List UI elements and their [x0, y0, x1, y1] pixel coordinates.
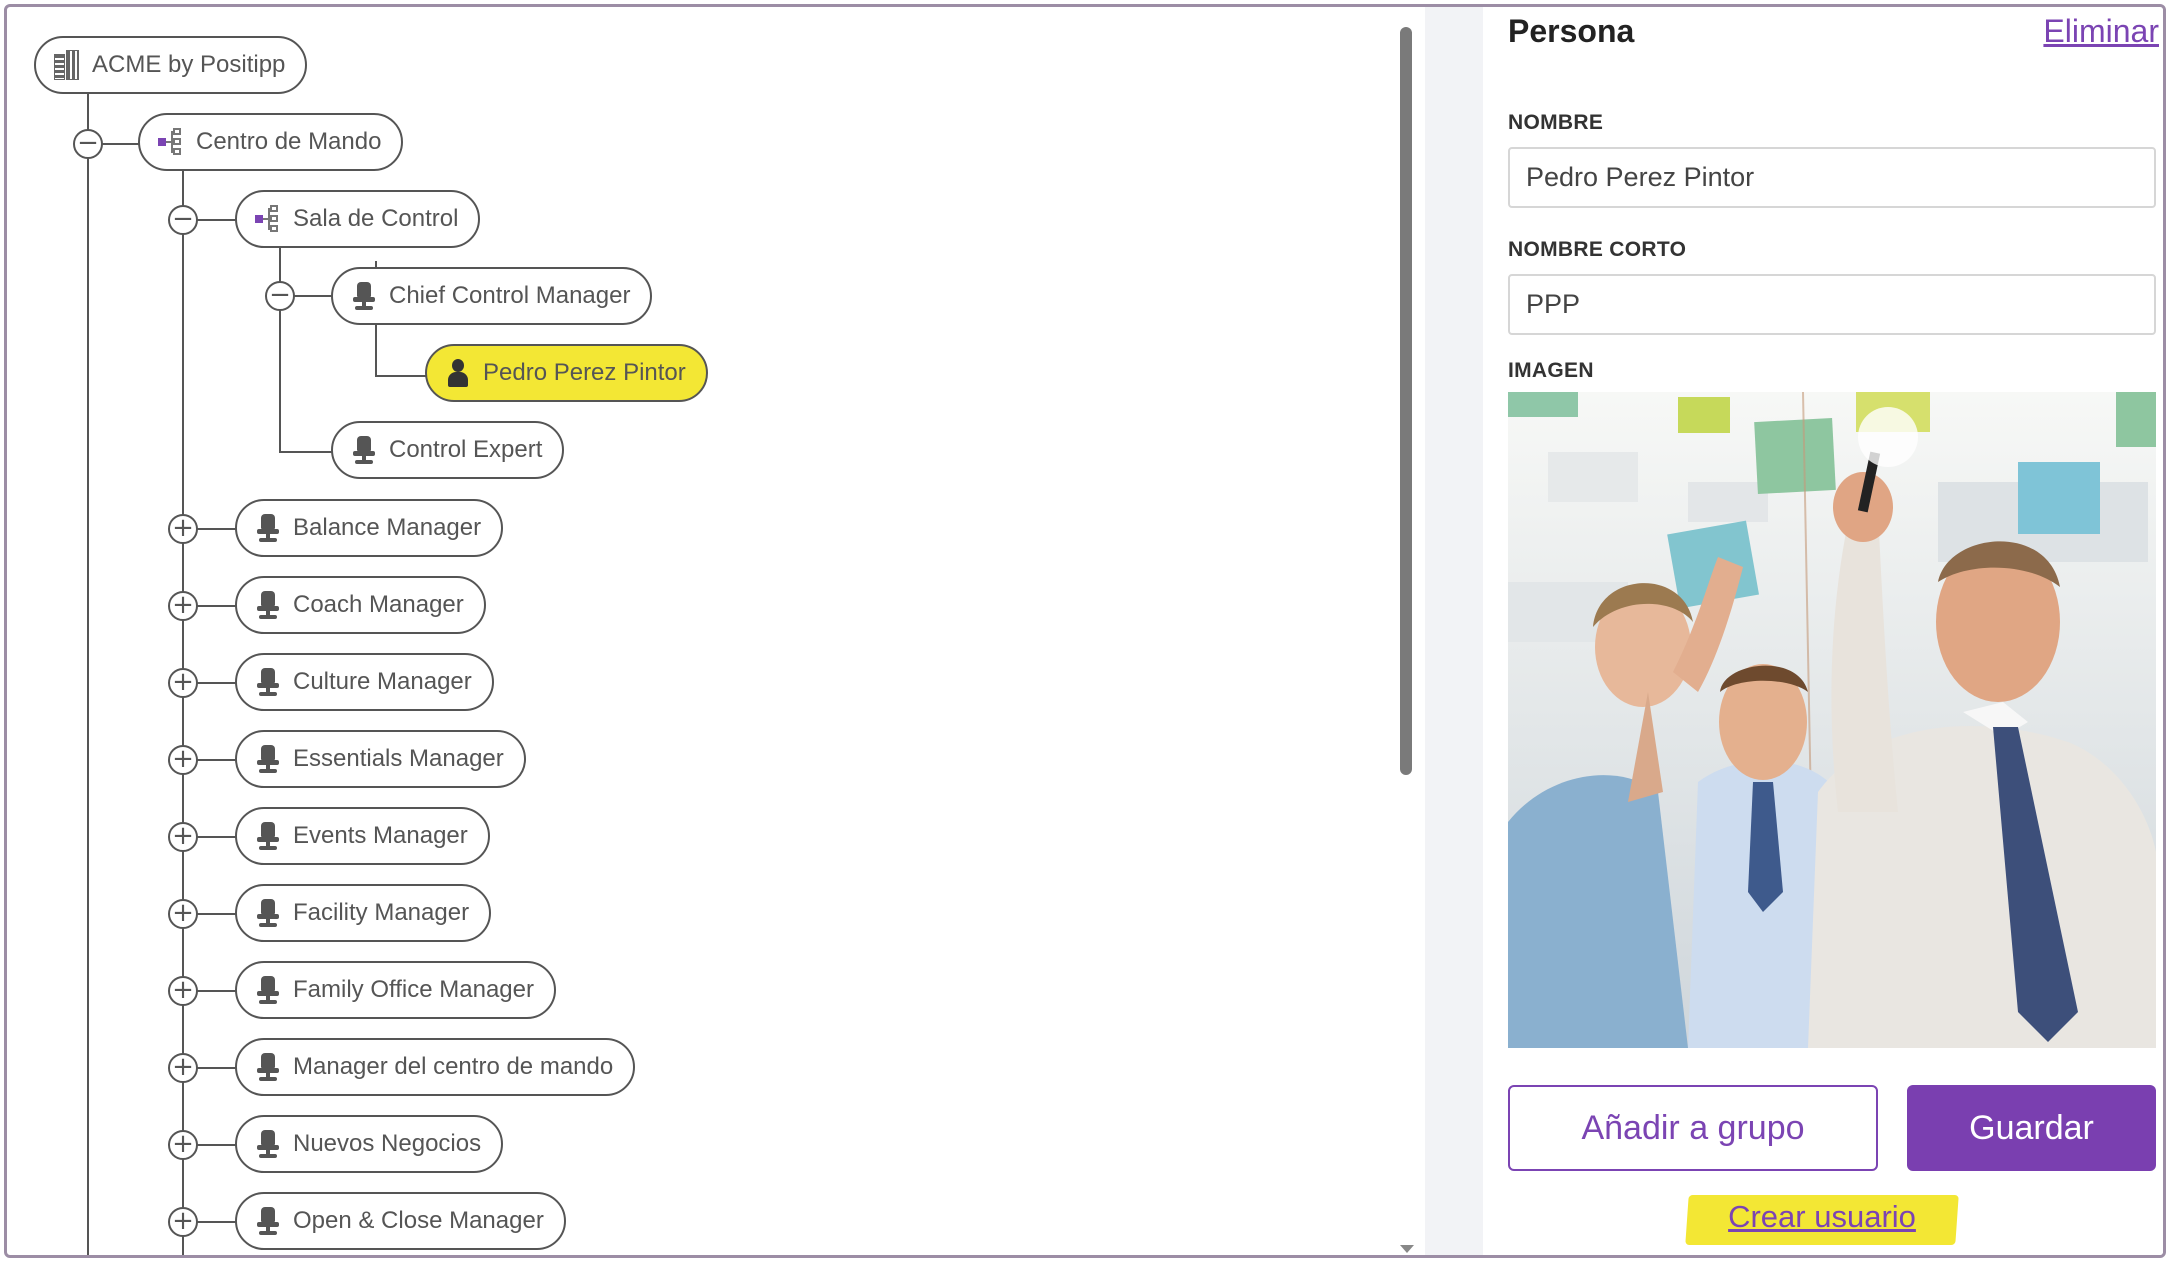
tree-node-position[interactable]: Essentials Manager	[235, 730, 526, 788]
tree-node-position[interactable]: Coach Manager	[235, 576, 486, 634]
name-label: NOMBRE	[1508, 111, 1604, 134]
expand-toggle[interactable]: +	[168, 1053, 198, 1083]
expand-toggle[interactable]: +	[168, 899, 198, 929]
expand-toggle[interactable]: +	[168, 822, 198, 852]
tree-node-label: Family Office Manager	[293, 976, 534, 1003]
tree-node-label: Culture Manager	[293, 668, 472, 695]
image-label: IMAGEN	[1508, 359, 1594, 382]
chair-icon	[351, 435, 377, 465]
expand-toggle[interactable]: +	[168, 514, 198, 544]
tree-connector	[87, 93, 89, 1255]
chair-icon	[255, 1206, 281, 1236]
collapse-toggle[interactable]: −	[73, 129, 103, 159]
panel-title: Persona	[1508, 13, 1635, 49]
collapse-toggle[interactable]: −	[265, 281, 295, 311]
tree-node-position[interactable]: Events Manager	[235, 807, 490, 865]
short-name-field[interactable]: PPP	[1508, 274, 2156, 335]
create-user-link[interactable]: Crear usuario	[1687, 1199, 1957, 1235]
person-icon	[445, 358, 471, 388]
chair-icon	[255, 744, 281, 774]
tree-node-sala-de-control[interactable]: Sala de Control	[235, 190, 481, 248]
person-detail-panel: Persona Eliminar NOMBRE Pedro Perez Pint…	[1483, 7, 2163, 1255]
org-chart-icon	[158, 127, 184, 157]
expand-toggle[interactable]: +	[168, 745, 198, 775]
tree-node-label: Pedro Perez Pintor	[483, 359, 686, 386]
chair-icon	[255, 821, 281, 851]
add-to-group-button[interactable]: Añadir a grupo	[1508, 1085, 1878, 1171]
save-button[interactable]: Guardar	[1907, 1085, 2156, 1171]
scroll-down-icon[interactable]	[1400, 1245, 1414, 1253]
org-chart-icon	[255, 204, 281, 234]
expand-toggle[interactable]: +	[168, 591, 198, 621]
tree-node-label: Chief Control Manager	[389, 282, 631, 309]
expand-toggle[interactable]: +	[168, 976, 198, 1006]
collapse-toggle[interactable]: −	[168, 205, 198, 235]
expand-toggle[interactable]: +	[168, 668, 198, 698]
tree-node-label: Balance Manager	[293, 514, 482, 541]
chair-icon	[255, 898, 281, 928]
delete-link[interactable]: Eliminar	[2043, 13, 2159, 50]
team-photo-illustration	[1508, 392, 2156, 1048]
tree-node-position[interactable]: Manager del centro de mando	[235, 1038, 636, 1096]
tree-node-label: Coach Manager	[293, 591, 464, 618]
tree-node-root[interactable]: ACME by Positipp	[34, 36, 308, 94]
tree-connector	[279, 451, 339, 453]
tree-node-position[interactable]: Nuevos Negocios	[235, 1115, 504, 1173]
tree-node-centro-de-mando[interactable]: Centro de Mando	[138, 113, 404, 171]
org-tree-panel: ACME by Positipp − Centro de Mando − Sal…	[7, 7, 1414, 1255]
panel-divider	[1425, 7, 1483, 1255]
expand-toggle[interactable]: +	[168, 1207, 198, 1237]
tree-node-position[interactable]: Family Office Manager	[235, 961, 556, 1019]
tree-node-chief-control-manager[interactable]: Chief Control Manager	[331, 267, 653, 325]
person-image[interactable]	[1508, 392, 2156, 1048]
chair-icon	[255, 590, 281, 620]
short-name-label: NOMBRE CORTO	[1508, 238, 1687, 261]
chair-icon	[255, 975, 281, 1005]
tree-node-position[interactable]: Balance Manager	[235, 499, 504, 557]
tree-node-label: Nuevos Negocios	[293, 1130, 482, 1157]
tree-node-label: Facility Manager	[293, 899, 470, 926]
tree-node-label: Manager del centro de mando	[293, 1053, 614, 1080]
vertical-scrollbar[interactable]	[1400, 27, 1412, 775]
tree-node-label: Sala de Control	[293, 205, 459, 232]
tree-node-label: Essentials Manager	[293, 745, 504, 772]
expand-toggle[interactable]: +	[168, 1130, 198, 1160]
tree-node-label: ACME by Positipp	[92, 51, 286, 78]
chair-icon	[255, 667, 281, 697]
chair-icon	[255, 1129, 281, 1159]
tree-node-position[interactable]: Culture Manager	[235, 653, 494, 711]
tree-node-label: Centro de Mando	[196, 128, 382, 155]
tree-node-position[interactable]: Facility Manager	[235, 884, 492, 942]
tree-node-label: Open & Close Manager	[293, 1207, 544, 1234]
tree-node-control-expert[interactable]: Control Expert	[331, 421, 565, 479]
name-field[interactable]: Pedro Perez Pintor	[1508, 147, 2156, 208]
tree-connector	[182, 149, 184, 1255]
chair-icon	[255, 1052, 281, 1082]
tree-node-label: Events Manager	[293, 822, 468, 849]
app-frame: ACME by Positipp − Centro de Mando − Sal…	[4, 4, 2166, 1258]
building-icon	[54, 50, 80, 80]
tree-node-position[interactable]: Open & Close Manager	[235, 1192, 566, 1250]
tree-node-pedro-perez-pintor[interactable]: Pedro Perez Pintor	[425, 344, 708, 402]
chair-icon	[351, 281, 377, 311]
tree-connector	[375, 375, 431, 377]
tree-node-label: Control Expert	[389, 436, 543, 463]
chair-icon	[255, 513, 281, 543]
